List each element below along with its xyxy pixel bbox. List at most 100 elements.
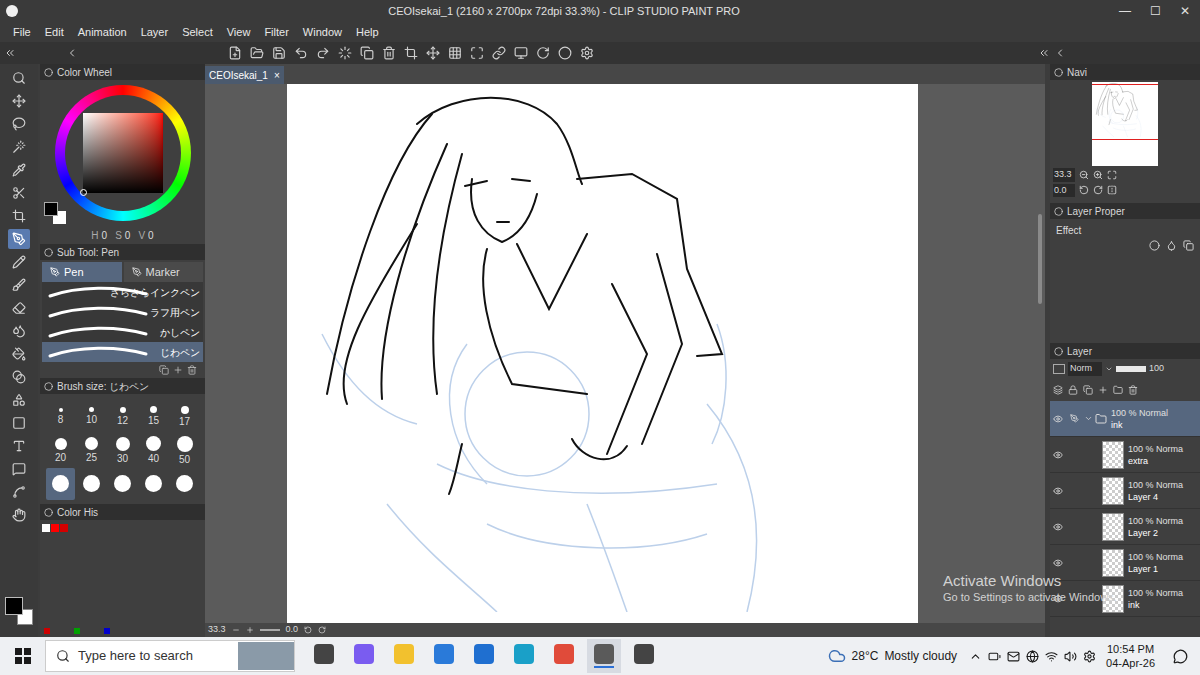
toolbar-icon[interactable] (250, 46, 264, 60)
color-swatch[interactable] (51, 524, 59, 532)
toolbar-icon[interactable] (558, 46, 572, 60)
menu-item[interactable]: View (220, 24, 258, 41)
rotate-icon[interactable] (1079, 185, 1089, 195)
eye-icon[interactable] (1053, 522, 1063, 532)
expand-icon[interactable] (1084, 414, 1093, 423)
fit-icon[interactable] (1107, 170, 1117, 180)
tool-button[interactable] (8, 183, 30, 203)
tool-button[interactable] (8, 160, 30, 180)
palette-swatch[interactable] (44, 628, 50, 634)
start-button[interactable] (0, 648, 45, 664)
toolbar-icon[interactable] (272, 46, 286, 60)
taskbar-app[interactable] (387, 639, 421, 673)
navigator-preview[interactable] (1050, 80, 1200, 168)
eye-icon[interactable] (1053, 558, 1063, 568)
taskbar-app[interactable] (627, 639, 661, 673)
effect-icon[interactable] (1149, 240, 1160, 251)
trash-icon[interactable] (187, 365, 197, 375)
pen-tray-icon[interactable] (1083, 650, 1096, 663)
tool-button[interactable] (8, 413, 30, 433)
tool-button[interactable] (8, 298, 30, 318)
taskbar-search[interactable]: Type here to search (45, 640, 295, 672)
brush-size-item[interactable]: 30 (108, 434, 137, 466)
copy-icon[interactable] (1083, 385, 1093, 395)
flip-icon[interactable] (1107, 185, 1117, 195)
tool-button[interactable] (8, 367, 30, 387)
wifi-icon[interactable] (1045, 650, 1058, 663)
toolbar-icon[interactable] (580, 46, 594, 60)
volume-icon[interactable] (1064, 650, 1077, 663)
toolbar-icon[interactable] (470, 46, 484, 60)
toolbar-icon[interactable] (382, 46, 396, 60)
toolbar-icon[interactable] (404, 46, 418, 60)
brush-size-item[interactable] (170, 468, 199, 500)
main-sub-color[interactable] (5, 597, 33, 625)
color-swatch[interactable] (60, 524, 68, 532)
tool-button[interactable] (8, 482, 30, 502)
copy-icon[interactable] (159, 365, 169, 375)
tool-button[interactable] (8, 505, 30, 525)
globe-icon[interactable] (1026, 650, 1039, 663)
blend-mode[interactable]: Norm (1068, 362, 1102, 376)
effect-icon[interactable] (1183, 240, 1194, 251)
notification-icon[interactable] (1173, 649, 1188, 664)
sub-tool-tab[interactable]: Marker (124, 262, 204, 282)
zoom-out-icon[interactable] (232, 626, 240, 634)
folder-icon[interactable] (1113, 385, 1123, 395)
brush-size-item[interactable] (46, 468, 75, 500)
tool-button[interactable] (8, 137, 30, 157)
lock-icon[interactable] (1068, 385, 1078, 395)
menu-item[interactable]: Window (296, 24, 349, 41)
zoom-out-icon[interactable] (1079, 170, 1089, 180)
eye-icon[interactable] (1053, 594, 1063, 604)
collapse-icon[interactable] (66, 47, 78, 59)
collapse-icon[interactable] (1038, 47, 1050, 59)
tool-button[interactable] (8, 206, 30, 226)
taskbar-app[interactable] (307, 639, 341, 673)
layer-row[interactable]: 100 % Normaink (1050, 581, 1200, 617)
layer-row[interactable]: 100 % Normalink (1050, 401, 1200, 437)
zoom-value[interactable]: 33.3 (208, 623, 226, 637)
opacity-slider[interactable] (1116, 366, 1146, 372)
weather[interactable]: 28°CMostly cloudy (828, 647, 958, 665)
brush-item[interactable]: さらさらインクペン (42, 282, 203, 302)
toolbar-icon[interactable] (316, 46, 330, 60)
zoom-in-icon[interactable] (1093, 170, 1103, 180)
toolbar-icon[interactable] (514, 46, 528, 60)
brush-item[interactable]: じわペン (42, 342, 203, 362)
layers-icon[interactable] (1053, 385, 1063, 395)
toolbar-icon[interactable] (426, 46, 440, 60)
rotate-icon[interactable] (1093, 185, 1103, 195)
menu-item[interactable]: Edit (38, 24, 71, 41)
brush-size-item[interactable]: 20 (46, 434, 75, 466)
tool-button[interactable] (8, 436, 30, 456)
tool-button[interactable] (8, 321, 30, 341)
layer-row[interactable]: 100 % NormaLayer 2 (1050, 509, 1200, 545)
tool-button[interactable] (8, 229, 30, 249)
brush-item[interactable]: かしペン (42, 322, 203, 342)
brush-size-item[interactable]: 17 (170, 400, 199, 432)
collapse-icon[interactable] (4, 47, 16, 59)
effect-icon[interactable] (1166, 240, 1177, 251)
window-control[interactable]: ✕ (1170, 2, 1200, 20)
menu-item[interactable]: Help (349, 24, 386, 41)
canvas-viewport[interactable] (205, 84, 1045, 623)
add-icon[interactable] (173, 365, 183, 375)
eye-icon[interactable] (1053, 414, 1063, 424)
taskbar-app[interactable] (467, 639, 501, 673)
clock[interactable]: 10:54 PM04-Apr-26 (1106, 642, 1155, 670)
dropdown-icon[interactable] (1105, 365, 1113, 373)
menu-item[interactable]: Animation (71, 24, 134, 41)
toolbar-icon[interactable] (448, 46, 462, 60)
zoom-in-icon[interactable] (246, 626, 254, 634)
taskbar-app[interactable] (427, 639, 461, 673)
color-wheel[interactable] (40, 80, 205, 226)
brush-size-item[interactable] (139, 468, 168, 500)
menu-item[interactable]: Filter (257, 24, 295, 41)
tool-button[interactable] (8, 459, 30, 479)
sub-tool-tab[interactable]: Pen (42, 262, 122, 282)
brush-size-item[interactable] (108, 468, 137, 500)
palette-swatch[interactable] (74, 628, 80, 634)
vertical-scrollbar[interactable] (1035, 84, 1045, 623)
taskbar-app[interactable] (587, 639, 621, 673)
